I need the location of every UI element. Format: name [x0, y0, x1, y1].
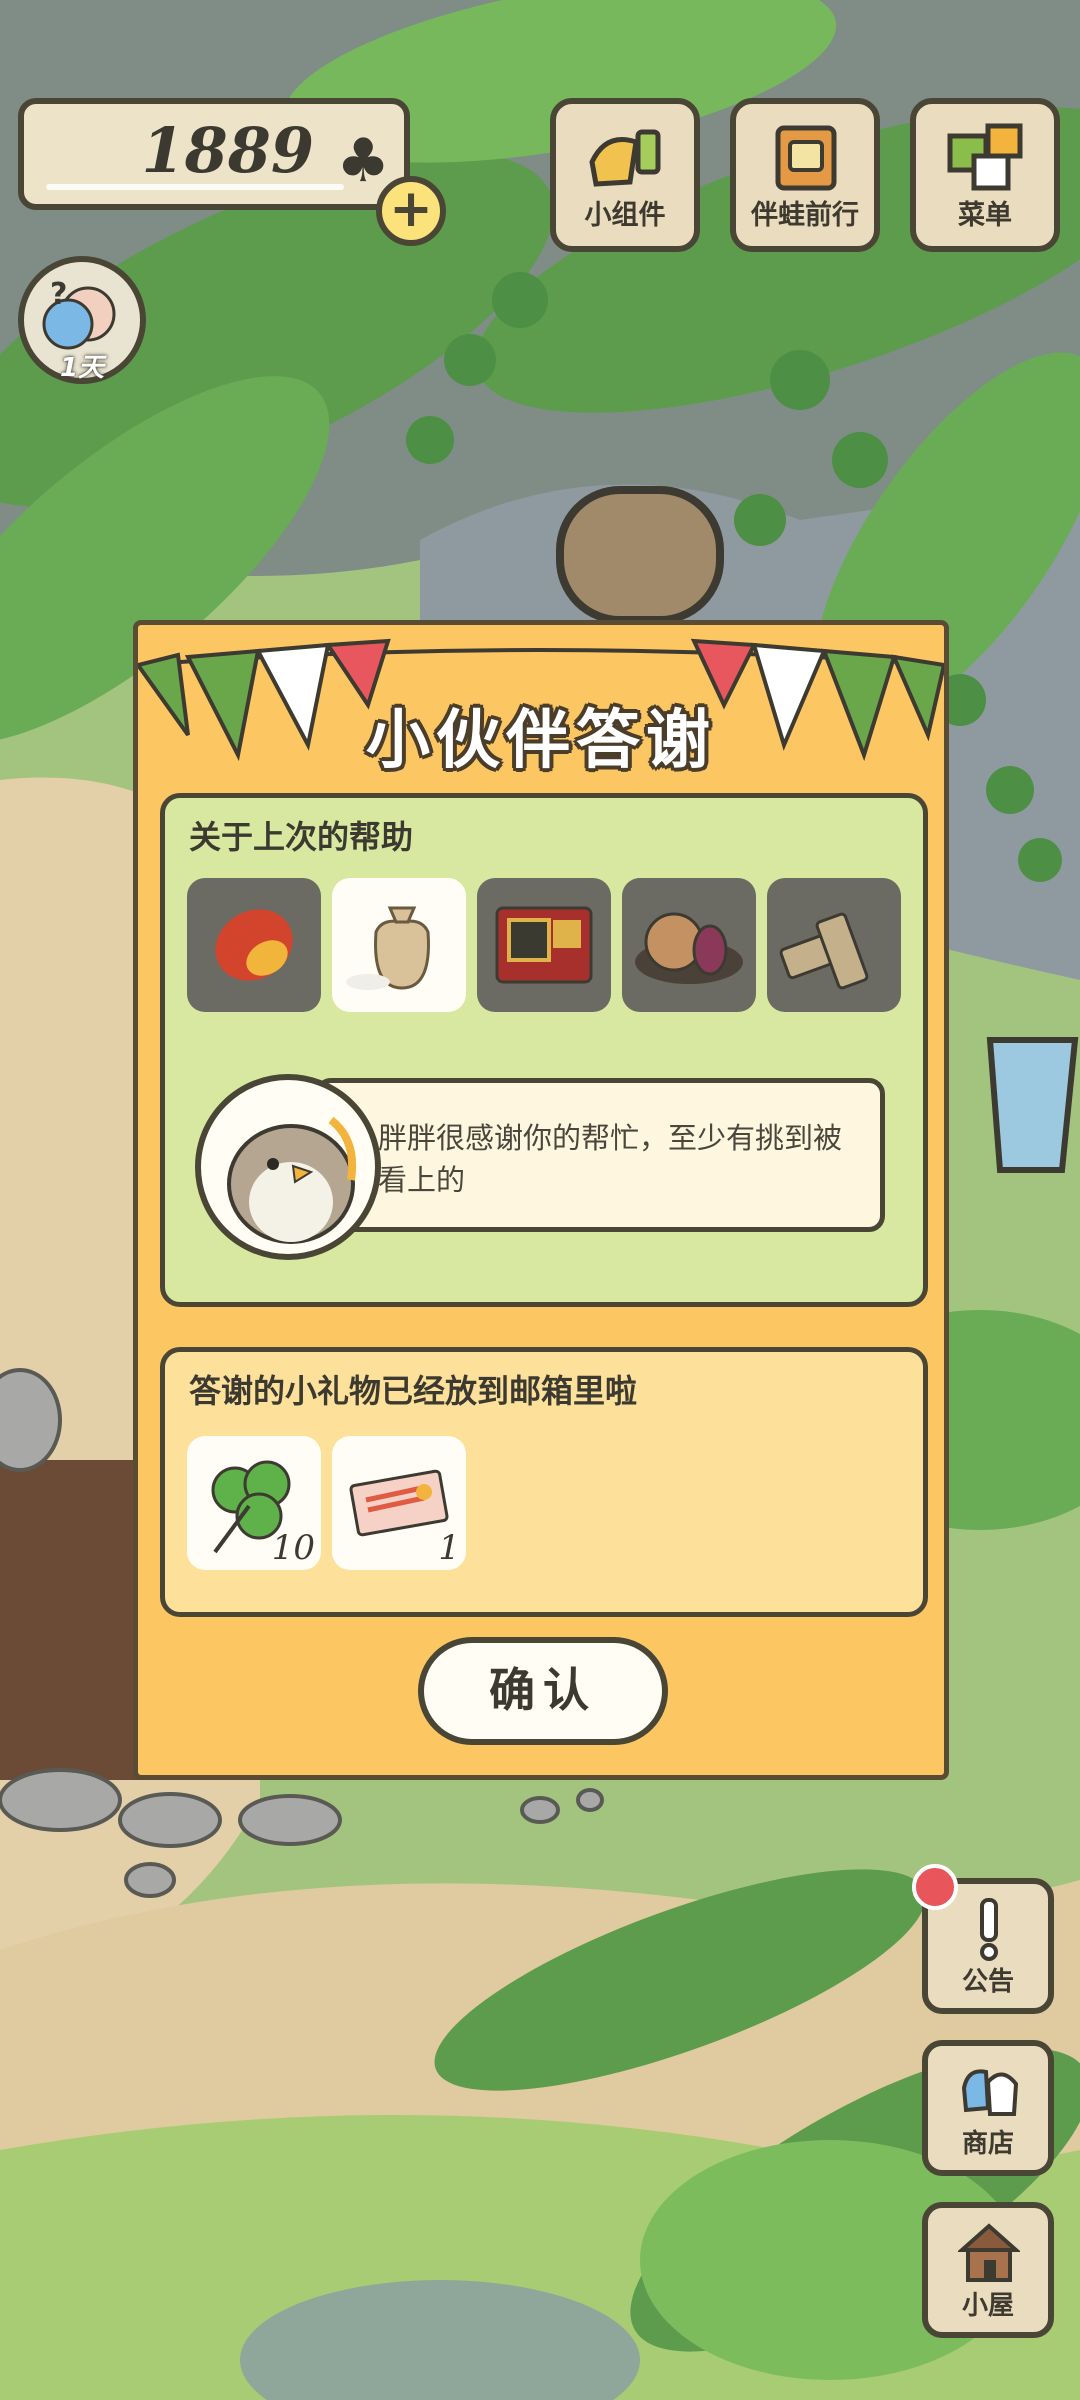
rice-sack-icon: [346, 906, 430, 990]
menu-icon: [947, 123, 1023, 191]
clover-icon: ♣: [336, 126, 390, 196]
item-slot-crackers[interactable]: [767, 878, 901, 1012]
owl-portrait: [195, 1074, 381, 1260]
gift-qty-clover: 10: [271, 1528, 315, 1568]
add-clover-button[interactable]: +: [376, 176, 446, 246]
house-button[interactable]: 小屋: [922, 2202, 1054, 2338]
owl-friend-icon: [227, 1116, 357, 1244]
frog-travel-button[interactable]: 伴蛙前行: [730, 98, 880, 252]
house-icon: [958, 2223, 1020, 2282]
widget-label: 小组件: [584, 200, 666, 231]
confirm-button[interactable]: 确认: [418, 1637, 668, 1745]
house-label: 小屋: [961, 2291, 1014, 2321]
item-slot-mango[interactable]: [187, 878, 321, 1012]
help-panel: 关于上次的帮助 胖胖很感谢你的帮忙，至少有挑到被看上的: [160, 793, 928, 1307]
item-slot-rice-sack[interactable]: [332, 878, 466, 1012]
thanks-dialog: 小伙伴答谢 关于上次的帮助 胖胖很感谢你的帮忙，至少有挑到被看上的 答谢的小礼物…: [133, 620, 949, 1780]
item-slot-gift-box[interactable]: [477, 878, 611, 1012]
gift-slot-clover[interactable]: 10: [187, 1436, 321, 1570]
widget-icon: [589, 129, 661, 187]
message-bubble: 胖胖很感谢你的帮忙，至少有挑到被看上的: [315, 1078, 885, 1232]
shop-icon: [961, 2069, 1019, 2116]
menu-button[interactable]: 菜单: [910, 98, 1060, 252]
svg-text:?: ?: [50, 277, 67, 312]
cracker-icon: [779, 912, 869, 990]
thanks-message: 胖胖很感谢你的帮忙，至少有挑到被看上的: [378, 1121, 843, 1197]
shop-label: 商店: [961, 2129, 1014, 2159]
visitor-day-badge[interactable]: ? 1天: [18, 256, 146, 384]
frog-travel-icon: [775, 125, 837, 191]
notice-icon: [980, 1898, 998, 1961]
shop-button[interactable]: 商店: [922, 2040, 1054, 2176]
clover-counter: 1889 ♣: [18, 98, 410, 210]
mango-icon: [215, 909, 293, 981]
gift-slot-ticket[interactable]: 1: [332, 1436, 466, 1570]
notification-dot: [912, 1864, 958, 1910]
clover-count: 1889: [141, 114, 314, 187]
day-count: 1天: [59, 353, 105, 383]
help-heading: 关于上次的帮助: [189, 818, 414, 856]
gift-box-icon: [495, 906, 593, 984]
dialog-title: 小伙伴答谢: [366, 704, 716, 778]
notice-label: 公告: [961, 1967, 1014, 1997]
frog-travel-label: 伴蛙前行: [751, 200, 859, 231]
item-slot-pastry[interactable]: [622, 878, 756, 1012]
pastry-icon: [635, 912, 743, 984]
widget-button[interactable]: 小组件: [550, 98, 700, 252]
counter-underline: [46, 184, 344, 190]
gift-heading: 答谢的小礼物已经放到邮箱里啦: [189, 1372, 638, 1410]
gift-qty-ticket: 1: [438, 1528, 460, 1568]
gift-panel: 答谢的小礼物已经放到邮箱里啦 10 1: [160, 1347, 928, 1617]
menu-label: 菜单: [958, 200, 1012, 231]
